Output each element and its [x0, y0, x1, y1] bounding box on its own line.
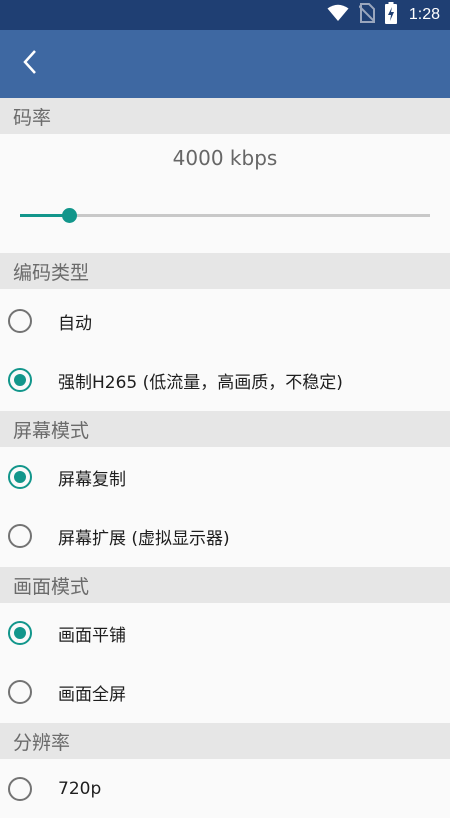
status-time: 1:28: [408, 6, 440, 23]
section-header-screen-mode: 屏幕模式: [0, 411, 450, 447]
bitrate-slider[interactable]: [20, 204, 430, 228]
option-picture-fullscreen[interactable]: 画面全屏: [0, 663, 450, 721]
section-title-bitrate: 码率: [13, 106, 52, 129]
option-label: 画面平铺: [58, 625, 126, 646]
option-label: 强制H265 (低流量，高画质，不稳定): [58, 372, 343, 393]
radio-button-checked[interactable]: [8, 465, 32, 489]
radio-button-checked[interactable]: [8, 368, 32, 392]
option-label: 屏幕扩展 (虚拟显示器): [58, 528, 230, 549]
radio-button-checked[interactable]: [8, 621, 32, 645]
radio-button[interactable]: [8, 524, 32, 548]
section-title-encoding: 编码类型: [13, 261, 90, 284]
section-title-picture-mode: 画面模式: [13, 575, 90, 598]
no-sim-icon: [358, 3, 376, 27]
bitrate-value: 4000 kbps: [172, 146, 278, 170]
section-title-resolution: 分辨率: [13, 731, 71, 754]
wifi-icon: [327, 4, 349, 26]
option-screen-mirror[interactable]: 屏幕复制: [0, 448, 450, 506]
option-encoding-auto[interactable]: 自动: [0, 292, 450, 350]
slider-thumb[interactable]: [62, 208, 77, 223]
option-picture-tile[interactable]: 画面平铺: [0, 604, 450, 662]
app-bar: [0, 30, 450, 98]
back-button[interactable]: [10, 44, 50, 84]
option-label: 屏幕复制: [58, 469, 126, 490]
section-header-bitrate: 码率: [0, 98, 450, 134]
status-icons: 1:28: [327, 0, 440, 30]
section-header-encoding: 编码类型: [0, 253, 450, 289]
option-label: 自动: [58, 313, 92, 334]
section-header-resolution: 分辨率: [0, 723, 450, 759]
slider-track: [20, 214, 430, 217]
status-bar: 1:28: [0, 0, 450, 30]
option-encoding-h265[interactable]: 强制H265 (低流量，高画质，不稳定): [0, 351, 450, 409]
radio-button[interactable]: [8, 309, 32, 333]
option-screen-extend[interactable]: 屏幕扩展 (虚拟显示器): [0, 507, 450, 565]
back-arrow-icon: [22, 48, 38, 80]
battery-charging-icon: [384, 2, 397, 28]
section-header-picture-mode: 画面模式: [0, 567, 450, 603]
option-label: 画面全屏: [58, 684, 126, 705]
option-resolution-720p[interactable]: 720p: [0, 760, 450, 818]
radio-button[interactable]: [8, 777, 32, 801]
radio-button[interactable]: [8, 680, 32, 704]
section-title-screen-mode: 屏幕模式: [13, 419, 90, 442]
option-label: 720p: [58, 779, 102, 799]
